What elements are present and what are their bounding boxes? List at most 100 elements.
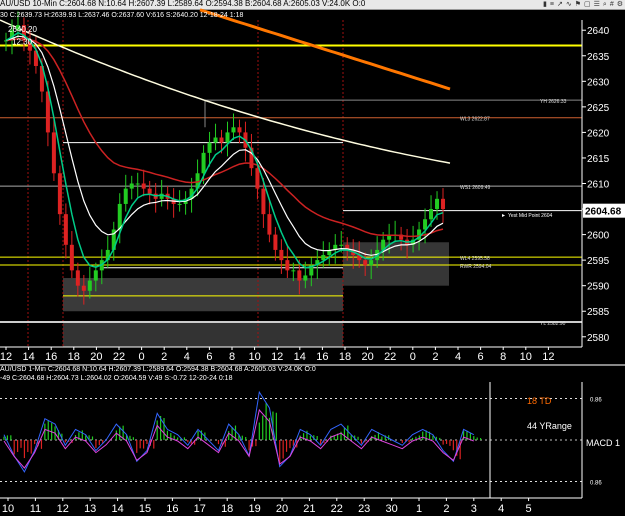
y-tick-label: 2625 xyxy=(587,103,610,114)
osc-x-tick-label: 17 xyxy=(194,503,206,515)
x-tick-label: 6 xyxy=(478,351,484,363)
candle-body xyxy=(51,132,56,174)
candle-body xyxy=(75,270,80,286)
osc-x-tick-label: 10 xyxy=(2,503,14,515)
x-tick-label: 22 xyxy=(384,351,396,363)
x-tick-label: 4 xyxy=(455,351,461,363)
candle-body xyxy=(267,214,272,235)
y-tick-label: 2600 xyxy=(587,231,610,242)
x-tick-label: 6 xyxy=(206,351,212,363)
x-tick-label: 20 xyxy=(90,351,102,363)
candle-body xyxy=(297,270,302,281)
osc-x-tick-label: 16 xyxy=(166,503,178,515)
level-annotation: WL3 2622.87 xyxy=(460,117,490,123)
candle-body xyxy=(237,127,242,133)
y-tick-label: 2640 xyxy=(587,26,610,37)
y-tick-label: 2610 xyxy=(587,180,610,191)
x-tick-label: 14 xyxy=(22,351,34,363)
x-tick-label: 0 xyxy=(410,351,416,363)
candle-body xyxy=(219,137,224,143)
osc-x-tick-label: 30 xyxy=(385,503,397,515)
osc-x-tick-label: 12 xyxy=(57,503,69,515)
candle-body xyxy=(69,244,74,271)
candle-body xyxy=(231,127,236,133)
td-label: 18 TD xyxy=(527,396,552,406)
candle-body xyxy=(429,209,434,220)
candle-body xyxy=(141,183,146,189)
osc-x-tick-label: 20 xyxy=(276,503,288,515)
osc-x-tick-label: 15 xyxy=(139,503,151,515)
candle-body xyxy=(321,255,326,261)
candle-body xyxy=(279,249,284,261)
oscillator-subtitle: -49 C:2604.68 H:2604.73 L:2604.02 O:2604… xyxy=(0,375,233,382)
candle-body xyxy=(147,188,152,194)
candle-body xyxy=(285,260,290,271)
osc-x-tick-label: 23 xyxy=(358,503,370,515)
last-price-label: 2604.68 xyxy=(585,207,622,218)
price-chart: 2640.20 12:30 YH 2626.33 WL3 2622.87 WS1 260… xyxy=(0,8,625,366)
candle-body xyxy=(93,270,98,281)
candle-body xyxy=(129,183,134,189)
macd-label: MACD 1 xyxy=(586,438,620,448)
level-annotation: WS1 2609.49 xyxy=(460,185,491,191)
candle-body xyxy=(63,214,68,245)
osc-y-tick-label: 0.86 xyxy=(590,481,602,487)
osc-x-tick-label: 3 xyxy=(471,503,477,515)
y-tick-label: 2630 xyxy=(587,77,610,88)
level-annotation: WL4 2595.58 xyxy=(460,256,490,262)
osc-y-tick-label: 0.86 xyxy=(590,397,602,403)
candle-body xyxy=(369,260,374,266)
chart-canvas: 2640.20 12:30 YH 2626.33 WL3 2622.87 WS1 260… xyxy=(0,8,625,515)
x-tick-label: 12 xyxy=(271,351,283,363)
x-tick-label: 8 xyxy=(500,351,506,363)
candle-body xyxy=(339,244,344,246)
osc-x-tick-label: 2 xyxy=(443,503,449,515)
candle-body xyxy=(435,198,440,210)
x-tick-label: 22 xyxy=(113,351,125,363)
candle-body xyxy=(225,132,230,143)
candle-body xyxy=(261,188,266,215)
candle-body xyxy=(87,280,92,291)
x-tick-label: 16 xyxy=(316,351,328,363)
x-tick-label: 20 xyxy=(361,351,373,363)
x-tick-label: 16 xyxy=(45,351,57,363)
y-tick-label: 2580 xyxy=(587,333,610,344)
level-annotation: YL 2582.90 xyxy=(540,321,566,327)
shaded-zone xyxy=(63,321,343,347)
x-tick-label: 18 xyxy=(339,351,351,363)
x-tick-label: 14 xyxy=(294,351,306,363)
candle-body xyxy=(273,234,278,250)
y-tick-label: 2615 xyxy=(587,154,610,165)
level-annotation: 2640.20 xyxy=(8,25,37,34)
osc-x-tick-label: 1 xyxy=(416,503,422,515)
x-tick-label: 12 xyxy=(542,351,554,363)
osc-x-tick-label: 14 xyxy=(111,503,123,515)
x-tick-label: 10 xyxy=(520,351,532,363)
level-annotation: YH 2626.33 xyxy=(540,99,567,105)
candle-body xyxy=(177,203,182,205)
candle-body xyxy=(117,203,122,230)
osc-x-tick-label: 4 xyxy=(498,503,504,515)
candle-body xyxy=(135,183,140,185)
candle-body xyxy=(255,168,260,189)
x-tick-label: 12 xyxy=(0,351,12,363)
x-tick-label: 2 xyxy=(161,351,167,363)
oscillator-chart: 18 TD44 YRangeMACD 10.860.8610 11 12 13 14 15… xyxy=(0,382,620,515)
shaded-zone xyxy=(63,278,343,312)
candle-body xyxy=(57,173,62,215)
osc-x-tick-label: 22 xyxy=(331,503,343,515)
candle-body xyxy=(207,142,212,153)
price-subtitle: 30 C:2639.73 H:2639.93 L:2637.46 O:2637.… xyxy=(0,12,243,19)
candle-body xyxy=(213,137,218,143)
osc-x-tick-label: 5 xyxy=(526,503,532,515)
level-annotation: Yest Mid Point 2604 xyxy=(508,213,553,219)
level-annotation: 12:30 xyxy=(12,37,33,46)
y-tick-label: 2620 xyxy=(587,128,610,139)
candle-body xyxy=(81,285,86,291)
candle-body xyxy=(441,198,446,210)
osc-x-tick-label: 11 xyxy=(30,503,41,515)
osc-x-tick-label: 18 xyxy=(221,503,233,515)
y-tick-label: 2635 xyxy=(587,52,610,63)
mid-point-arrow-icon: ▸ xyxy=(502,213,505,219)
y-tick-label: 2590 xyxy=(587,282,610,293)
